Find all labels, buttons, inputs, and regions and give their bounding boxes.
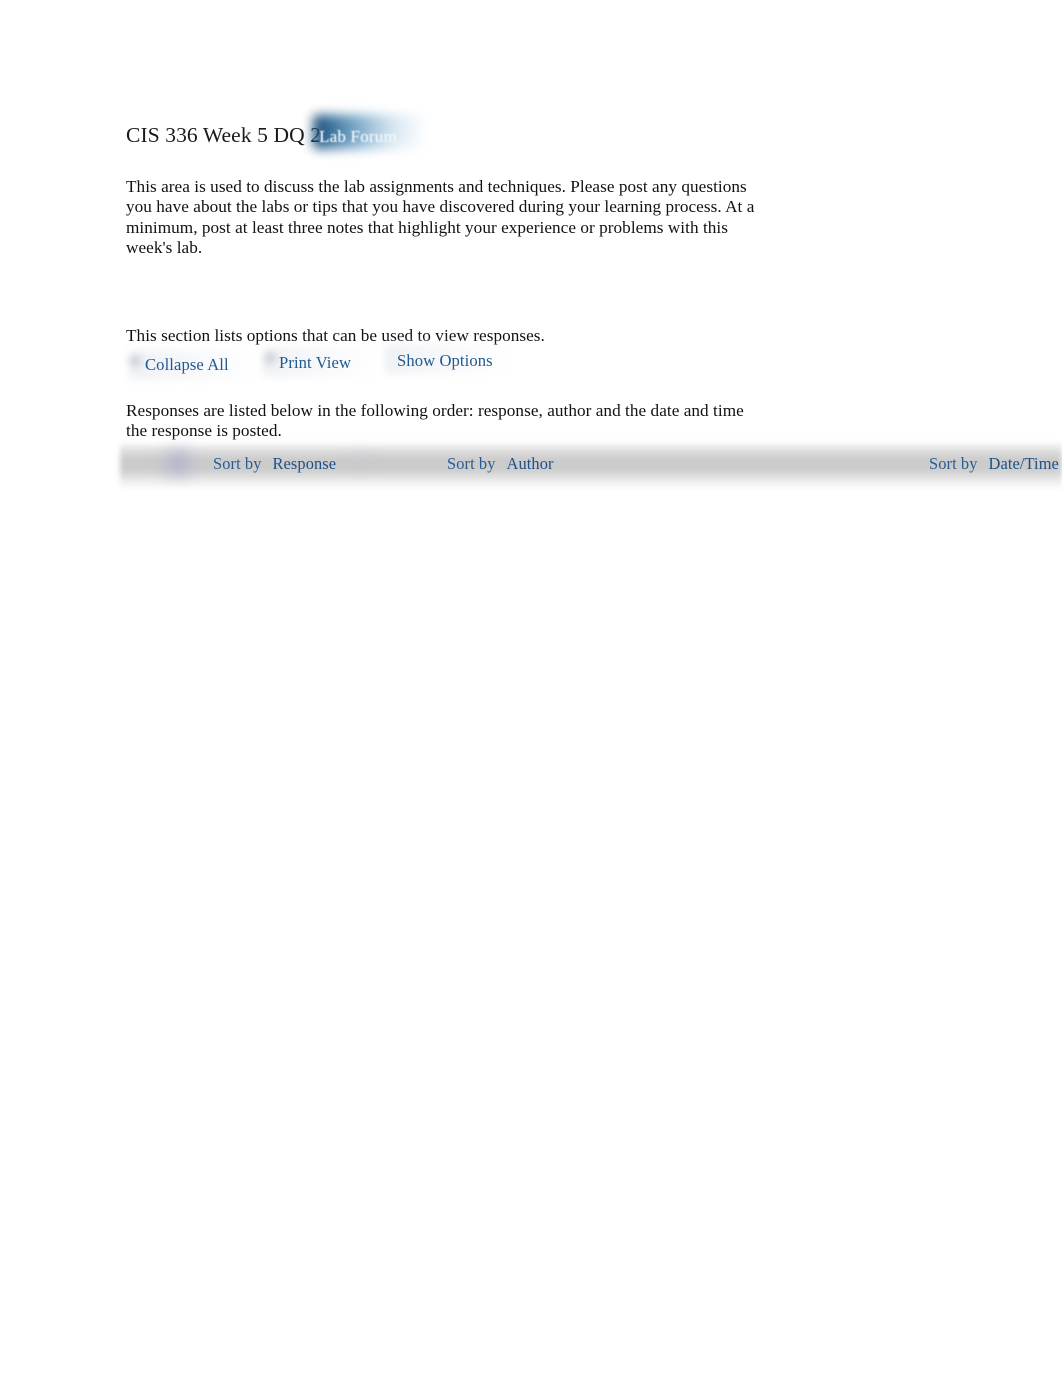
sort-by-response-link[interactable]: Sort by Response xyxy=(213,454,336,474)
sort-by-label-datetime: Sort by xyxy=(929,454,978,473)
response-order-paragraph: Responses are listed below in the follow… xyxy=(126,401,744,441)
sort-divider-icon xyxy=(344,451,378,471)
sort-key-author: Author xyxy=(506,454,554,473)
sort-bar: Sort by Response Sort by Author Sort by Dat… xyxy=(120,442,1062,490)
view-options-toolbar: Collapse All Print View Show Options xyxy=(126,344,646,384)
sort-key-datetime: Date/Time xyxy=(988,454,1059,473)
sort-key-response: Response xyxy=(272,454,337,473)
show-options-link[interactable]: Show Options xyxy=(397,351,493,371)
collapse-icon xyxy=(128,354,144,370)
page-title: CIS 336 Week 5 DQ 2 Lab Forum xyxy=(126,115,422,149)
page-title-text: CIS 336 Week 5 DQ 2 xyxy=(126,123,322,147)
printer-icon xyxy=(263,351,279,367)
forum-badge: Lab Forum xyxy=(313,115,422,149)
sort-by-datetime-link[interactable]: Sort by Date/Time xyxy=(929,454,1059,474)
print-view-link[interactable]: Print View xyxy=(279,353,351,373)
sort-by-label-author: Sort by xyxy=(447,454,496,473)
sort-by-label-response: Sort by xyxy=(213,454,262,473)
document-page: CIS 336 Week 5 DQ 2 Lab Forum This area … xyxy=(0,0,1062,1377)
sort-by-author-link[interactable]: Sort by Author xyxy=(447,454,554,474)
forum-badge-label: Lab Forum xyxy=(319,127,397,146)
collapse-all-link[interactable]: Collapse All xyxy=(145,355,229,375)
sort-marker-icon xyxy=(156,446,200,480)
forum-description-paragraph: This area is used to discuss the lab ass… xyxy=(126,177,755,257)
